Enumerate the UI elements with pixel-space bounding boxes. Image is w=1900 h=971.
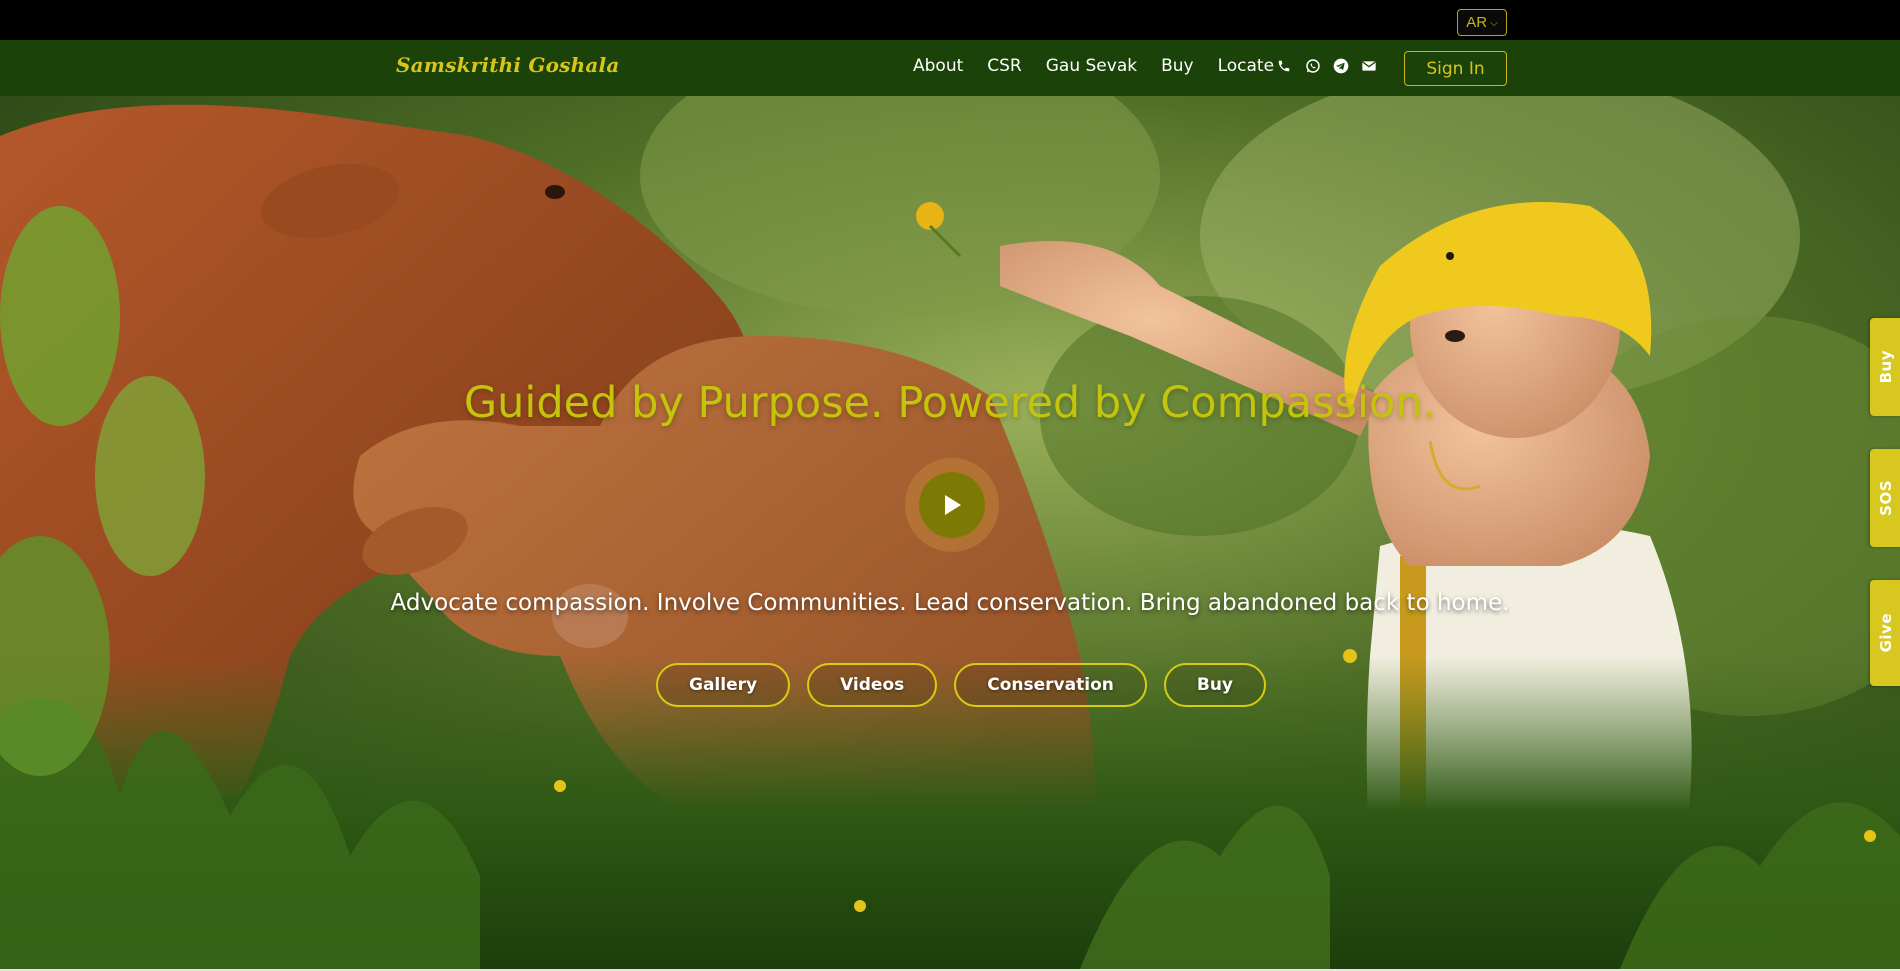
nav-links: About CSR Gau Sevak Buy Locate — [913, 56, 1274, 76]
hero-title: Guided by Purpose. Powered by Compassion… — [463, 378, 1437, 428]
buy-button[interactable]: Buy — [1163, 663, 1267, 707]
nav-link-buy[interactable]: Buy — [1161, 56, 1194, 76]
sign-in-button[interactable]: Sign In — [1404, 51, 1507, 86]
conservation-button[interactable]: Conservation — [954, 663, 1147, 707]
play-button-inner — [919, 472, 985, 538]
brand-logo[interactable]: Samskrithi Goshala — [396, 53, 620, 77]
phone-icon[interactable] — [1277, 58, 1293, 74]
side-tab-sos-label: SOS — [1877, 480, 1895, 516]
side-tab-sos[interactable]: SOS — [1870, 449, 1900, 547]
nav-link-locate[interactable]: Locate — [1218, 56, 1274, 76]
nav-link-about[interactable]: About — [913, 56, 963, 76]
chevron-down-icon: ⌵ — [1490, 18, 1498, 29]
nav-link-csr[interactable]: CSR — [987, 56, 1021, 76]
play-icon — [945, 495, 961, 515]
top-bar: AR ⌵ — [0, 0, 1900, 40]
whatsapp-icon[interactable] — [1305, 58, 1321, 74]
contact-icons — [1277, 58, 1377, 74]
telegram-icon[interactable] — [1333, 58, 1349, 74]
hero-section: Guided by Purpose. Powered by Compassion… — [0, 96, 1900, 969]
side-tab-give[interactable]: Give — [1870, 580, 1900, 686]
side-tab-buy-label: Buy — [1877, 350, 1895, 384]
language-value: AR — [1466, 14, 1488, 31]
hero-buttons: Gallery Videos Conservation Buy — [656, 663, 1267, 707]
language-select[interactable]: AR ⌵ — [1457, 9, 1507, 36]
videos-button[interactable]: Videos — [807, 663, 938, 707]
navbar: Samskrithi Goshala About CSR Gau Sevak B… — [0, 40, 1900, 96]
play-video-button[interactable] — [905, 458, 999, 552]
gallery-button[interactable]: Gallery — [656, 663, 791, 707]
mail-icon[interactable] — [1361, 58, 1377, 74]
side-tab-give-label: Give — [1877, 613, 1895, 653]
nav-link-gau-sevak[interactable]: Gau Sevak — [1046, 56, 1137, 76]
hero-subtitle: Advocate compassion. Involve Communities… — [390, 590, 1510, 616]
side-tab-buy[interactable]: Buy — [1870, 318, 1900, 416]
